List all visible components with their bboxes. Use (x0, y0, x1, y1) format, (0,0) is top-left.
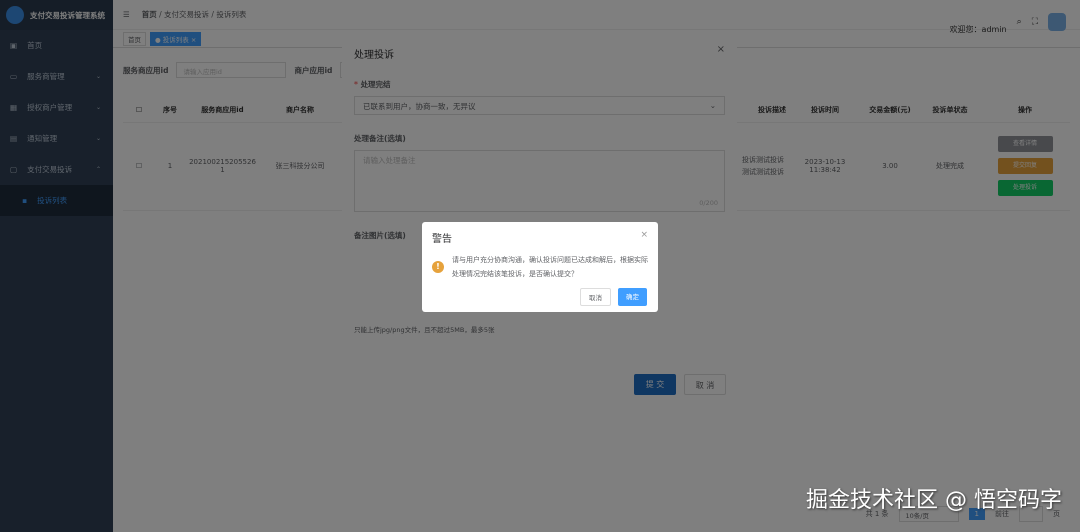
confirm-ok-button[interactable]: 确定 (618, 288, 647, 306)
warning-icon: ! (432, 261, 444, 273)
watermark: 掘金技术社区 @ 悟空码字 (806, 488, 1062, 513)
close-icon[interactable]: × (640, 230, 648, 240)
confirm-cancel-button[interactable]: 取消 (580, 288, 611, 306)
confirm-title: 警告 (432, 234, 452, 245)
confirm-message: 请与用户充分协商沟通，确认投诉问题已达成和解后，根据实际处理情况完结该笔投诉，是… (452, 256, 648, 278)
confirm-dialog: 警告 × ! 请与用户充分协商沟通，确认投诉问题已达成和解后，根据实际处理情况完… (422, 222, 658, 312)
